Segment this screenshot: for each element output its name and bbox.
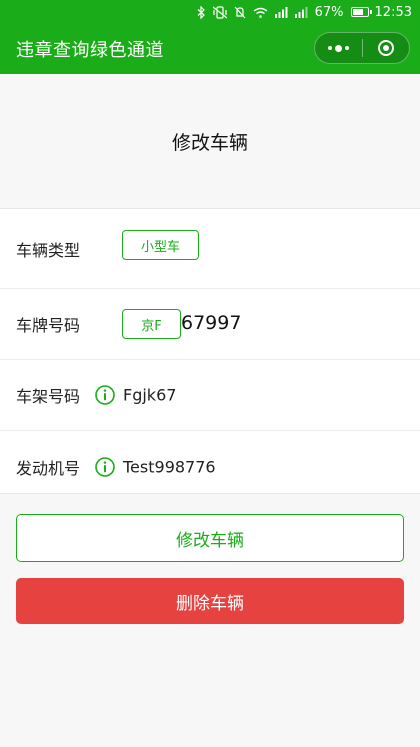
plate-number-input[interactable]: 67997 [181,312,241,334]
vibrate-icon [212,5,227,19]
signal-icon [294,6,308,18]
wifi-icon [253,7,268,18]
page-title: 修改车辆 [171,131,248,154]
mute-icon [234,6,246,19]
vehicle-form: 车辆类型 小型车 车牌号码 京F 67997 车架号码 Fgjk67 发动机号 … [0,208,420,494]
more-dots-icon [327,44,349,52]
more-button[interactable] [315,33,362,63]
clock: 12:53 [374,4,412,20]
engine-row: 发动机号 Test998776 [0,431,420,502]
vehicle-type-row: 车辆类型 小型车 [0,209,420,289]
vehicle-type-label: 车辆类型 [16,240,81,260]
mini-program-capsule [314,32,410,64]
edit-vehicle-button[interactable]: 修改车辆 [16,514,404,562]
nav-bar: 违章查询绿色通道 [0,24,420,74]
plate-prefix-select[interactable]: 京F [122,309,181,339]
battery-icon [350,7,372,17]
engine-input[interactable]: Test998776 [123,457,216,476]
engine-label: 发动机号 [16,458,81,478]
vehicle-type-select[interactable]: 小型车 [122,230,199,260]
signal-icon [274,6,288,18]
nav-title: 违章查询绿色通道 [16,40,164,61]
plate-row: 车牌号码 京F 67997 [0,289,420,360]
info-icon[interactable] [95,456,115,477]
bluetooth-icon [197,5,206,19]
battery-percent: 67% [314,4,344,20]
close-button[interactable] [363,33,410,63]
vin-label: 车架号码 [16,387,81,406]
delete-vehicle-button[interactable]: 删除车辆 [16,578,404,624]
info-icon[interactable] [95,385,115,405]
status-bar: 67% 12:53 [0,0,420,24]
plate-label: 车牌号码 [16,316,81,335]
close-target-icon [377,40,394,56]
vin-input[interactable]: Fgjk67 [123,386,176,405]
vin-row: 车架号码 Fgjk67 [0,360,420,431]
